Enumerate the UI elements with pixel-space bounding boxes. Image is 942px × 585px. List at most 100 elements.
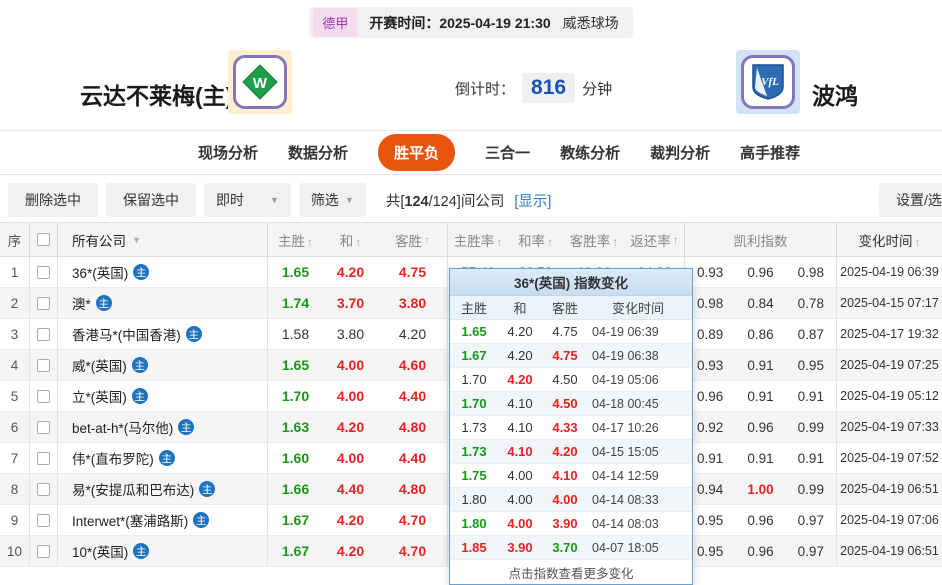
odds-home[interactable]: 1.65 xyxy=(268,357,323,373)
popup-odds-home[interactable]: 1.73 xyxy=(450,420,498,435)
company-cell[interactable]: bet-at-h*(马尔他) 主 xyxy=(58,412,268,442)
company-cell[interactable]: 伟*(直布罗陀) 主 xyxy=(58,443,268,473)
company-cell[interactable]: 香港马*(中国香港) 主 xyxy=(58,319,268,349)
odds-draw[interactable]: 3.70 xyxy=(323,295,378,311)
popup-odds-away[interactable]: 4.20 xyxy=(542,444,588,459)
filter-select[interactable]: 筛选 ▼ xyxy=(298,183,366,217)
popup-odds-away[interactable]: 4.10 xyxy=(542,468,588,483)
odds-away[interactable]: 4.40 xyxy=(378,381,448,411)
company-cell[interactable]: Interwet*(塞浦路斯) 主 xyxy=(58,505,268,535)
odds-draw[interactable]: 4.00 xyxy=(323,357,378,373)
popup-odds-home[interactable]: 1.75 xyxy=(450,468,498,483)
odds-home[interactable]: 1.70 xyxy=(268,388,323,404)
row-checkbox[interactable] xyxy=(37,327,50,341)
header-draw-odds[interactable]: 和 ↑ xyxy=(323,230,378,250)
popup-odds-draw[interactable]: 4.10 xyxy=(498,444,542,459)
row-checkbox[interactable] xyxy=(37,420,50,434)
row-checkbox[interactable] xyxy=(37,544,50,558)
odds-home[interactable]: 1.58 xyxy=(268,326,323,342)
tab-expert-picks[interactable]: 高手推荐 xyxy=(740,142,800,163)
row-checkbox[interactable] xyxy=(37,265,50,279)
select-all-checkbox[interactable] xyxy=(37,233,50,246)
row-checkbox[interactable] xyxy=(37,482,50,496)
popup-odds-away[interactable]: 4.75 xyxy=(542,348,588,363)
popup-odds-draw[interactable]: 4.20 xyxy=(498,324,542,339)
company-cell[interactable]: 36*(英国) 主 xyxy=(58,257,268,287)
popup-odds-away[interactable]: 3.70 xyxy=(542,540,588,555)
popup-odds-away[interactable]: 4.33 xyxy=(542,420,588,435)
odds-draw[interactable]: 4.20 xyxy=(323,543,378,559)
header-away-odds[interactable]: 客胜 ↑ xyxy=(378,223,448,256)
odds-home[interactable]: 1.66 xyxy=(268,481,323,497)
odds-away[interactable]: 4.20 xyxy=(378,319,448,349)
odds-mode-select[interactable]: 即时 ▼ xyxy=(204,183,291,217)
tab-data-analysis[interactable]: 数据分析 xyxy=(288,142,348,163)
row-checkbox[interactable] xyxy=(37,358,50,372)
popup-odds-draw[interactable]: 4.00 xyxy=(498,492,542,507)
odds-draw[interactable]: 3.80 xyxy=(323,326,378,342)
popup-odds-away[interactable]: 4.75 xyxy=(542,324,588,339)
odds-home[interactable]: 1.67 xyxy=(268,512,323,528)
odds-draw[interactable]: 4.00 xyxy=(323,388,378,404)
company-cell[interactable]: 威*(英国) 主 xyxy=(58,350,268,380)
odds-home[interactable]: 1.74 xyxy=(268,295,323,311)
keep-selected-button[interactable]: 保留选中 xyxy=(106,183,196,217)
popup-odds-away[interactable]: 3.90 xyxy=(542,516,588,531)
row-checkbox[interactable] xyxy=(37,389,50,403)
odds-draw[interactable]: 4.40 xyxy=(323,481,378,497)
company-cell[interactable]: 立*(英国) 主 xyxy=(58,381,268,411)
odds-away[interactable]: 3.80 xyxy=(378,288,448,318)
popup-odds-home[interactable]: 1.80 xyxy=(450,492,498,507)
header-away-rate[interactable]: 客胜率 ↑ xyxy=(563,230,625,250)
popup-odds-away[interactable]: 4.00 xyxy=(542,492,588,507)
odds-home[interactable]: 1.63 xyxy=(268,419,323,435)
odds-home[interactable]: 1.60 xyxy=(268,450,323,466)
odds-home[interactable]: 1.65 xyxy=(268,264,323,280)
header-home-rate[interactable]: 主胜率 ↑ xyxy=(448,230,508,250)
odds-away[interactable]: 4.60 xyxy=(378,350,448,380)
company-cell[interactable]: 易*(安提瓜和巴布达) 主 xyxy=(58,474,268,504)
row-checkbox[interactable] xyxy=(37,451,50,465)
odds-away[interactable]: 4.40 xyxy=(378,443,448,473)
popup-odds-draw[interactable]: 4.00 xyxy=(498,516,542,531)
settings-select-button[interactable]: 设置/选择 xyxy=(879,183,942,217)
company-cell[interactable]: 澳* 主 xyxy=(58,288,268,318)
header-home-odds[interactable]: 主胜 ↑ xyxy=(268,230,323,250)
tab-three-in-one[interactable]: 三合一 xyxy=(485,142,530,163)
popup-odds-draw[interactable]: 3.90 xyxy=(498,540,542,555)
odds-draw[interactable]: 4.20 xyxy=(323,264,378,280)
odds-home[interactable]: 1.67 xyxy=(268,543,323,559)
header-company[interactable]: 所有公司 ▼ xyxy=(58,223,268,256)
show-link[interactable]: [显示] xyxy=(514,194,551,210)
row-checkbox[interactable] xyxy=(37,513,50,527)
popup-odds-draw[interactable]: 4.00 xyxy=(498,468,542,483)
odds-away[interactable]: 4.75 xyxy=(378,257,448,287)
popup-odds-away[interactable]: 4.50 xyxy=(542,372,588,387)
popup-odds-home[interactable]: 1.65 xyxy=(450,324,498,339)
tab-live-analysis[interactable]: 现场分析 xyxy=(198,142,258,163)
odds-draw[interactable]: 4.00 xyxy=(323,450,378,466)
company-cell[interactable]: 10*(英国) 主 xyxy=(58,536,268,566)
odds-draw[interactable]: 4.20 xyxy=(323,419,378,435)
popup-odds-draw[interactable]: 4.20 xyxy=(498,372,542,387)
popup-odds-home[interactable]: 1.70 xyxy=(450,372,498,387)
popup-odds-home[interactable]: 1.85 xyxy=(450,540,498,555)
odds-away[interactable]: 4.80 xyxy=(378,412,448,442)
popup-odds-home[interactable]: 1.73 xyxy=(450,444,498,459)
tab-coach-analysis[interactable]: 教练分析 xyxy=(560,142,620,163)
odds-away[interactable]: 4.70 xyxy=(378,505,448,535)
tab-referee-analysis[interactable]: 裁判分析 xyxy=(650,142,710,163)
popup-odds-draw[interactable]: 4.20 xyxy=(498,348,542,363)
row-checkbox[interactable] xyxy=(37,296,50,310)
header-return-rate[interactable]: 返还率 ↑ xyxy=(625,223,685,256)
popup-odds-home[interactable]: 1.80 xyxy=(450,516,498,531)
header-draw-rate[interactable]: 和率 ↑ xyxy=(508,230,563,250)
odds-draw[interactable]: 4.20 xyxy=(323,512,378,528)
header-change-time[interactable]: 变化时间 ↑ xyxy=(837,230,942,250)
popup-odds-draw[interactable]: 4.10 xyxy=(498,396,542,411)
odds-away[interactable]: 4.80 xyxy=(378,474,448,504)
popup-odds-home[interactable]: 1.70 xyxy=(450,396,498,411)
tab-win-draw-lose[interactable]: 胜平负 xyxy=(378,134,456,171)
popup-odds-away[interactable]: 4.50 xyxy=(542,396,588,411)
popup-odds-draw[interactable]: 4.10 xyxy=(498,420,542,435)
